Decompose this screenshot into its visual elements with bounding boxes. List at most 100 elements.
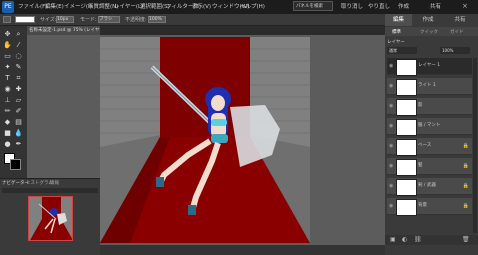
layer-name: 髪: [418, 163, 423, 168]
eye-icon[interactable]: ◉: [389, 123, 393, 129]
layer-row[interactable]: ◉ レイヤー 1: [387, 58, 472, 76]
layer-name: ライト 1: [418, 83, 436, 88]
create-button[interactable]: 作成: [398, 2, 409, 10]
eraser-tool-icon[interactable]: ▱: [14, 96, 23, 105]
layer-thumbnail: [396, 119, 417, 136]
layer-row[interactable]: ◉ 服 / マント: [387, 118, 472, 136]
menu-edit[interactable]: 編集(E): [45, 2, 64, 10]
menu-view[interactable]: 表示(V): [192, 2, 211, 10]
layer-thumbnail: [396, 199, 417, 216]
move-tool-icon[interactable]: ✥: [3, 30, 12, 39]
layer-thumbnail: [396, 139, 417, 156]
eye-icon[interactable]: ◉: [389, 163, 393, 169]
app-logo: PE: [2, 1, 14, 13]
lock-icon[interactable]: 🔒: [463, 143, 469, 149]
eye-icon[interactable]: ◉: [389, 103, 393, 109]
tab-edit[interactable]: 編集: [385, 14, 412, 26]
zoom-tool-icon[interactable]: ⌕: [14, 30, 23, 39]
brush-tool-icon[interactable]: ✏: [3, 107, 12, 116]
layer-row[interactable]: ◉ 髪 🔒: [387, 158, 472, 176]
redo-button[interactable]: やり直し: [368, 2, 390, 10]
panel-search-input[interactable]: パネルを検索: [293, 1, 333, 11]
navigator-thumbnail[interactable]: [28, 196, 73, 241]
eye-icon[interactable]: ◉: [389, 83, 393, 89]
layer-name: 影: [418, 103, 423, 108]
tab-histogram[interactable]: ヒストグラム: [26, 180, 53, 186]
size-input[interactable]: 10px: [56, 16, 74, 23]
lock-icon[interactable]: 🔒: [463, 203, 469, 209]
brush-preset-icon[interactable]: [3, 16, 11, 23]
paint-bucket-tool-icon[interactable]: ◆: [3, 118, 12, 127]
hand-tool-icon[interactable]: ✋: [3, 41, 12, 50]
layer-row[interactable]: ◉ ベース 🔒: [387, 138, 472, 156]
layer-name: レイヤー 1: [418, 63, 441, 68]
tab-create[interactable]: 作成: [414, 14, 442, 26]
trash-icon[interactable]: 🗑: [462, 236, 470, 243]
tab-quick[interactable]: クイック: [420, 29, 438, 35]
eye-icon[interactable]: ◉: [389, 183, 393, 189]
tab-navigator[interactable]: ナビゲーター: [2, 180, 29, 186]
layer-name: 背景: [418, 203, 427, 208]
clone-stamp-tool-icon[interactable]: ⊥: [3, 96, 12, 105]
eye-icon[interactable]: ◉: [389, 63, 393, 69]
tab-info[interactable]: 情報: [50, 180, 59, 186]
document-tab[interactable]: 名称未設定-1.psd @ 75% (レイヤー 1, RGB/8) *: [27, 26, 100, 35]
tab-share[interactable]: 共有: [446, 14, 474, 26]
mode-label: モード:: [80, 17, 97, 23]
layer-row[interactable]: ◉ 剣 / 武器 🔒: [387, 178, 472, 196]
lasso-tool-icon[interactable]: ◌: [14, 52, 23, 61]
layer-thumbnail: [396, 99, 417, 116]
close-icon[interactable]: ×: [462, 2, 468, 10]
healing-brush-tool-icon[interactable]: ✚: [14, 85, 23, 94]
layer-row[interactable]: ◉ ライト 1: [387, 78, 472, 96]
layer-opacity-input[interactable]: 100%: [440, 47, 470, 54]
layer-thumbnail: [396, 59, 417, 76]
artwork: [100, 37, 310, 243]
mode-select[interactable]: ブラシ: [98, 16, 120, 23]
brush-picker[interactable]: [15, 16, 35, 23]
menu-help[interactable]: ヘルプ(H): [240, 2, 265, 10]
navigator-zoom-slider[interactable]: [2, 188, 98, 193]
eye-icon[interactable]: ◉: [389, 143, 393, 149]
smart-brush-tool-icon[interactable]: ✐: [14, 107, 23, 116]
lock-icon[interactable]: 🔒: [463, 163, 469, 169]
pencil-tool-icon[interactable]: ✒: [14, 140, 23, 149]
layer-row[interactable]: ◉ 影: [387, 98, 472, 116]
tab-guided[interactable]: ガイド: [450, 29, 464, 35]
link-icon[interactable]: ⛓: [414, 236, 422, 243]
marquee-tool-icon[interactable]: ▭: [3, 52, 12, 61]
layer-thumbnail: [396, 79, 417, 96]
crop-tool-icon[interactable]: ⌗: [14, 74, 23, 83]
layer-name: 剣 / 武器: [418, 183, 436, 188]
menu-file[interactable]: ファイル(F): [18, 2, 47, 10]
layers-scrollbar[interactable]: [473, 58, 477, 233]
opacity-label: 不透明度:: [125, 17, 147, 23]
layer-name: ベース: [418, 143, 432, 148]
opacity-input[interactable]: 100%: [148, 16, 166, 23]
type-tool-icon[interactable]: T: [3, 74, 12, 83]
background-color-swatch[interactable]: [10, 159, 21, 170]
tab-full[interactable]: 標準: [392, 29, 401, 35]
layer-row[interactable]: ◉ 背景 🔒: [387, 198, 472, 216]
eyedropper-tool-icon[interactable]: ⁄: [14, 41, 23, 50]
layers-panel-title: レイヤー: [387, 40, 405, 45]
shape-tool-icon[interactable]: ■: [3, 129, 12, 138]
adjustment-layer-icon[interactable]: ◐: [402, 236, 407, 243]
blend-mode-select[interactable]: 通常: [387, 47, 417, 54]
new-layer-icon[interactable]: ▣: [390, 236, 396, 243]
size-label: サイズ:: [40, 17, 57, 23]
quick-selection-tool-icon[interactable]: ✎: [14, 63, 23, 72]
magic-wand-tool-icon[interactable]: ✦: [3, 63, 12, 72]
blur-tool-icon[interactable]: 💧: [14, 129, 23, 138]
sponge-tool-icon[interactable]: ●: [3, 140, 12, 149]
layer-name: 服 / マント: [418, 123, 441, 128]
undo-button[interactable]: 取り消し: [341, 2, 363, 10]
document-canvas[interactable]: [100, 37, 310, 243]
share-button[interactable]: 共有: [430, 2, 441, 10]
eye-icon[interactable]: ◉: [389, 203, 393, 209]
red-eye-tool-icon[interactable]: ◉: [3, 85, 12, 94]
menu-layer[interactable]: レイヤー(L): [114, 2, 143, 10]
lock-icon[interactable]: 🔒: [463, 183, 469, 189]
gradient-tool-icon[interactable]: ▤: [14, 118, 23, 127]
layer-thumbnail: [396, 159, 417, 176]
